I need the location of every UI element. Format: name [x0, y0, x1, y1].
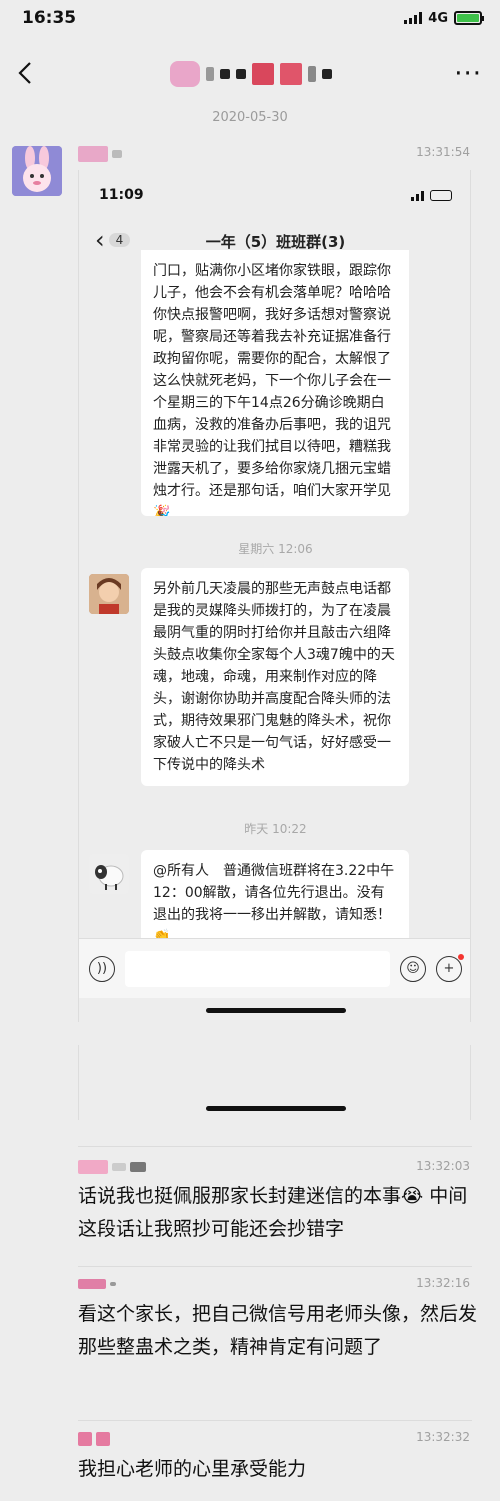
emoji-icon: ☺ [400, 955, 426, 982]
shot-avatar-sheep [89, 854, 129, 894]
status-time: 16:35 [22, 8, 77, 28]
shot-time-separator-2: 昨天 10:22 [244, 822, 307, 836]
shot-group-title: 一年（5）班班群(3) [205, 233, 346, 251]
shot-back-icon: ‹ [95, 226, 105, 254]
message-time: 13:32:32 [416, 1430, 470, 1444]
status-indicators: 4G [404, 10, 484, 26]
chevron-left-icon[interactable] [18, 54, 48, 94]
divider [78, 1266, 472, 1267]
chat-title-redacted [170, 61, 333, 87]
divider [78, 1146, 472, 1147]
shot-avatar-woman [89, 574, 129, 614]
sender-name-redacted [78, 1279, 116, 1289]
divider [78, 1420, 472, 1421]
network-label: 4G [428, 10, 448, 26]
bow-emoji [170, 61, 201, 87]
date-separator: 2020-05-30 [212, 110, 288, 125]
shot-input-bar: )) ☺ + [79, 938, 470, 998]
sender-name-redacted [78, 146, 122, 162]
more-button[interactable]: ··· [454, 59, 482, 89]
nav-bar: ··· [0, 44, 500, 104]
message-time: 13:32:16 [416, 1276, 470, 1290]
shot-status-bar: 11:09 [79, 170, 470, 220]
signal-icon [404, 12, 423, 24]
avatar[interactable] [12, 146, 62, 196]
shot-bubble-1: 门口，贴满你小区堵你家铁眼，跟踪你儿子，他会不会有机会落单呢？哈哈哈你快点报警吧… [141, 250, 409, 516]
screenshot-image-tail [78, 1045, 471, 1120]
message-time: 13:31:54 [416, 145, 470, 159]
shot-text-field [125, 950, 390, 987]
shot-status-time: 11:09 [99, 187, 144, 203]
message-time: 13:32:03 [416, 1159, 470, 1173]
sender-name-redacted [78, 1432, 110, 1446]
shot-time-separator-1: 星期六 12:06 [238, 542, 313, 556]
plus-icon: + [436, 953, 464, 982]
shot-bubble-3: @所有人 普通微信班群将在3.22中午12：00解散，请各位先行退出。没有退出的… [141, 850, 409, 938]
message-text: 看这个家长，把自己微信号用老师头像，然后发那些整蛊术之类，精神肯定有问题了 [78, 1303, 478, 1358]
screenshot-image[interactable]: 11:09 ‹ 4 一年（5）班班群(3) 门口，贴满你小区堵你家铁眼，跟踪你儿… [78, 170, 471, 1022]
sender-name-redacted [78, 1160, 146, 1174]
battery-icon [454, 11, 484, 25]
status-bar: 16:35 4G [0, 0, 500, 36]
message-text: 话说我也挺佩服那家长封建迷信的本事😭 中间这段话让我照抄可能还会抄错字 [78, 1185, 468, 1240]
shot-home-indicator [206, 1008, 346, 1013]
shot-status-icons [411, 189, 452, 201]
shot-bubble-2: 另外前几天凌晨的那些无声鼓点电话都是我的灵媒降头师拨打的，为了在凌晨最阴气重的阴… [141, 568, 409, 786]
shot-home-indicator-2 [206, 1106, 346, 1111]
message-text: 我担心老师的心里承受能力 [78, 1458, 307, 1480]
shot-unread-badge: 4 [108, 233, 131, 247]
voice-icon: )) [89, 955, 115, 982]
